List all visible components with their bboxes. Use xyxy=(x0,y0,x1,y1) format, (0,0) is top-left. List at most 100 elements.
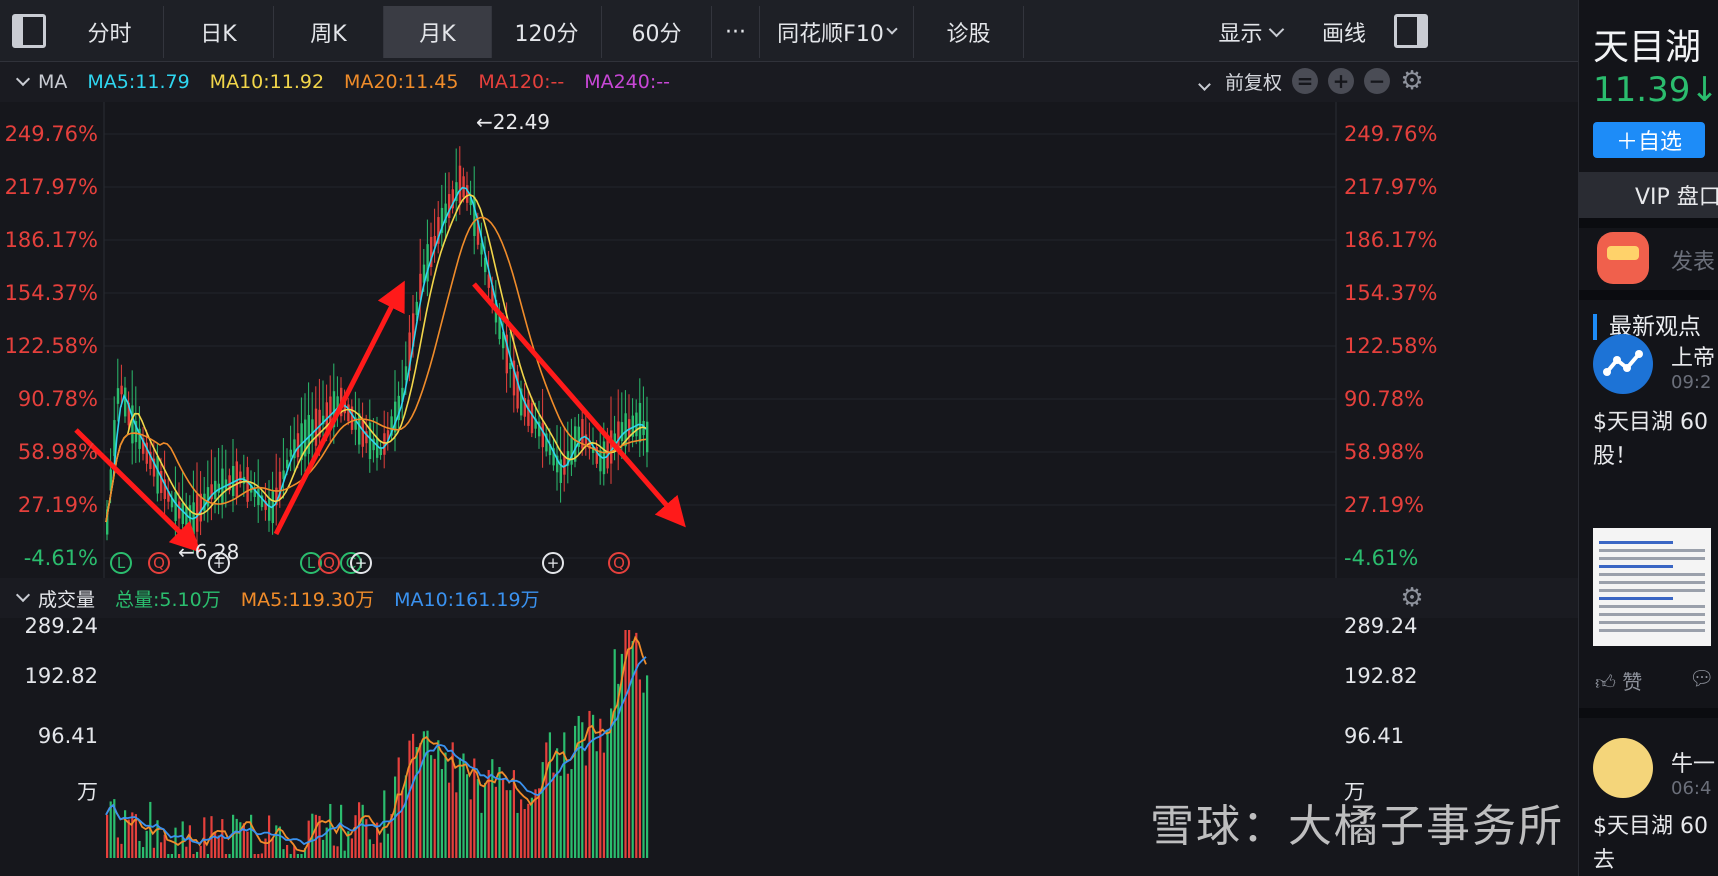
volume-bar xyxy=(509,790,512,858)
event-marker[interactable]: + xyxy=(208,552,230,574)
tab-60min[interactable]: 60分 xyxy=(602,6,712,58)
tab-fenshi[interactable]: 分时 xyxy=(56,6,164,58)
event-marker[interactable]: Q xyxy=(608,552,630,574)
comment-button[interactable]: 💬︎ xyxy=(1689,666,1714,690)
indicator-name[interactable]: MA xyxy=(38,71,67,93)
volume-bar xyxy=(646,675,649,858)
volume-bar xyxy=(602,752,605,858)
zoom-reset-button[interactable]: = xyxy=(1292,68,1318,94)
stock-name: 天目湖 xyxy=(1593,27,1702,68)
volume-indicator-name[interactable]: 成交量 xyxy=(38,585,95,612)
volume-bar xyxy=(106,814,109,858)
avatar[interactable] xyxy=(1593,334,1653,394)
event-marker[interactable]: + xyxy=(350,552,372,574)
post-text-line: $天目湖 60 xyxy=(1593,814,1708,839)
post-image-thumbnail[interactable] xyxy=(1593,528,1711,646)
zoom-in-button[interactable]: + xyxy=(1328,68,1354,94)
candle-body xyxy=(268,498,271,521)
volume-axis-tick: 96.41 xyxy=(1344,724,1405,748)
display-dropdown[interactable]: 显示 xyxy=(1200,6,1300,58)
tab-120min[interactable]: 120分 xyxy=(492,6,602,58)
post-author[interactable]: 牛一 xyxy=(1671,746,1715,778)
zoom-out-button[interactable]: − xyxy=(1364,68,1390,94)
candle-body xyxy=(361,420,364,447)
price-axis-tick: 122.58% xyxy=(1344,334,1438,358)
post-text-line: $天目湖 60 xyxy=(1593,410,1708,435)
divider xyxy=(1579,708,1718,718)
event-marker[interactable]: + xyxy=(542,552,564,574)
volume-bar xyxy=(574,725,577,858)
candle-body xyxy=(314,408,318,446)
post-text-line: 去 xyxy=(1593,848,1616,873)
collapse-chevron-icon[interactable] xyxy=(15,71,31,87)
volume-bar xyxy=(386,833,389,858)
price-axis-tick: 154.37% xyxy=(1344,281,1438,305)
tab-week-k[interactable]: 周K xyxy=(274,6,384,58)
post-text[interactable]: $天目湖 60 股！ xyxy=(1593,406,1718,474)
volume-bar xyxy=(307,820,310,858)
volume-bar xyxy=(570,769,573,858)
price-axis-tick: 217.97% xyxy=(1344,175,1438,199)
volume-bar xyxy=(487,769,490,858)
volume-bar xyxy=(448,782,451,858)
trend-arrow xyxy=(472,282,686,528)
volume-bar xyxy=(577,715,580,858)
gear-icon[interactable]: ⚙ xyxy=(1400,585,1424,611)
more-tabs-button[interactable]: ··· xyxy=(712,6,760,58)
post-input-prompt[interactable]: 发表 xyxy=(1671,244,1715,276)
volume-bar xyxy=(127,819,130,858)
volume-bar xyxy=(282,849,285,858)
gear-icon[interactable]: ⚙ xyxy=(1400,68,1424,94)
left-panel-toggle-icon[interactable] xyxy=(12,14,46,48)
display-label: 显示 xyxy=(1218,22,1263,47)
price-axis-tick: 90.78% xyxy=(17,387,98,411)
candle-body xyxy=(527,399,530,426)
draw-line-button[interactable]: 画线 xyxy=(1304,6,1384,58)
post-text[interactable]: $天目湖 60 去 xyxy=(1593,810,1718,876)
price-axis-tick: 122.58% xyxy=(4,334,98,358)
volume-total: 总量:5.10万 xyxy=(115,588,221,611)
tab-day-k[interactable]: 日K xyxy=(164,6,274,58)
volume-legend: 成交量 总量:5.10万 MA5:119.30万 MA10:161.19万 xyxy=(0,578,1578,618)
candle-body xyxy=(246,467,249,502)
avatar[interactable] xyxy=(1593,738,1653,798)
candle-body xyxy=(620,422,624,442)
candle-body xyxy=(584,434,588,444)
trend-arrow xyxy=(273,280,405,536)
volume-bar xyxy=(289,854,292,858)
add-watchlist-button[interactable]: ＋自选 xyxy=(1593,122,1705,158)
tab-f10[interactable]: 同花顺F10 xyxy=(760,6,914,58)
price-axis-tick: 90.78% xyxy=(1344,387,1425,411)
candle-body xyxy=(383,433,386,455)
volume-bar xyxy=(592,714,595,858)
candle-body xyxy=(120,385,123,395)
volume-bar xyxy=(556,748,559,858)
collapse-chevron-icon[interactable] xyxy=(15,587,31,603)
tab-diagnose[interactable]: 诊股 xyxy=(914,6,1024,58)
tab-f10-label: 同花顺F10 xyxy=(777,22,884,47)
right-panel-toggle-icon[interactable] xyxy=(1394,14,1428,48)
vip-panel-tab[interactable]: VIP 盘口 xyxy=(1579,172,1718,218)
price-chart[interactable] xyxy=(0,102,1440,582)
volume-bar xyxy=(545,742,548,858)
volume-bar xyxy=(142,847,145,858)
like-label: 赞 xyxy=(1622,670,1643,694)
post-author[interactable]: 上帝 xyxy=(1671,340,1715,372)
event-marker[interactable]: Q xyxy=(148,552,170,574)
tab-month-k[interactable]: 月K xyxy=(384,6,492,58)
volume-bar xyxy=(350,838,353,858)
volume-bar xyxy=(494,786,497,858)
volume-bar xyxy=(178,854,181,858)
chevron-down-icon xyxy=(1198,78,1211,91)
volume-bar xyxy=(322,839,325,858)
volume-bar xyxy=(379,842,382,858)
price-axis-tick: 27.19% xyxy=(17,493,98,517)
volume-bar xyxy=(185,846,188,858)
event-marker[interactable]: Q xyxy=(318,552,340,574)
adjust-dropdown[interactable]: 前复权 xyxy=(1192,68,1282,95)
volume-bar xyxy=(286,844,289,858)
like-button[interactable]: 👍︎ 赞 xyxy=(1595,666,1642,695)
volume-bar xyxy=(415,747,418,858)
candle-body xyxy=(638,402,642,443)
event-marker[interactable]: L xyxy=(110,552,132,574)
